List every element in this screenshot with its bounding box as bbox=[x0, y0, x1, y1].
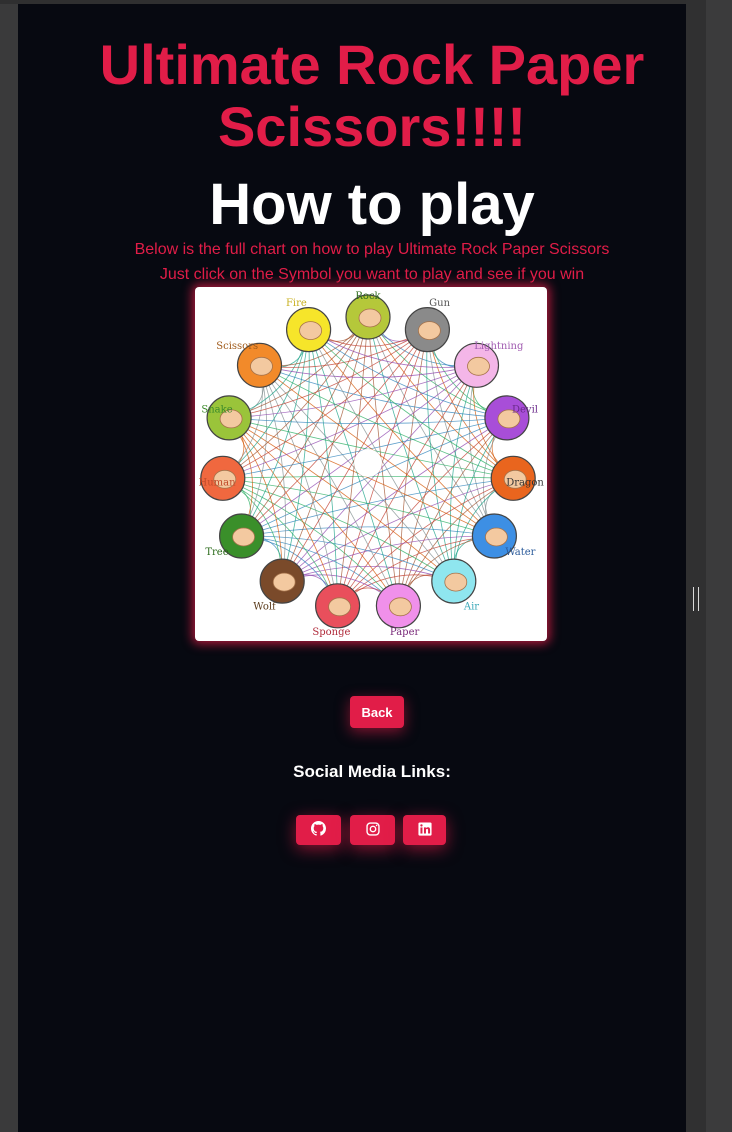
chart-node-label: Fire bbox=[286, 298, 307, 309]
back-button[interactable]: Back bbox=[350, 696, 404, 728]
chart-node-label: Tree bbox=[205, 547, 228, 558]
hand-icon bbox=[467, 356, 490, 376]
instruction-line-1: Below is the full chart on how to play U… bbox=[134, 241, 610, 258]
chart-node-label: Lightning bbox=[474, 341, 524, 352]
chart-node-label: Human bbox=[198, 477, 236, 488]
chart-node-snake: Snake bbox=[201, 395, 252, 441]
social-links-heading: Social Media Links: bbox=[293, 762, 451, 781]
github-link-button[interactable] bbox=[296, 815, 341, 845]
chart-node-sponge: Sponge bbox=[312, 583, 361, 638]
linkedin-icon bbox=[417, 821, 432, 839]
chart-node-label: Paper bbox=[390, 627, 420, 638]
rules-chart-image: Rock Gun Lightning Devil Dragon Water Air Paper… bbox=[195, 287, 547, 641]
side-gutter bbox=[686, 0, 706, 1132]
hand-icon bbox=[444, 572, 468, 592]
instagram-link-button[interactable] bbox=[350, 815, 395, 845]
linkedin-link-button[interactable] bbox=[403, 815, 446, 845]
hand-icon bbox=[272, 572, 296, 592]
hand-icon bbox=[417, 321, 441, 340]
chart-node-paper: Paper bbox=[375, 583, 421, 638]
chart-node-water: Water bbox=[471, 513, 536, 559]
chart-node-label: Sponge bbox=[312, 627, 350, 638]
github-icon bbox=[311, 821, 326, 839]
chart-node-scissors: Scissors bbox=[216, 341, 283, 388]
instagram-icon bbox=[365, 821, 380, 839]
chart-node-rock: Rock bbox=[345, 291, 391, 340]
chart-node-label: Water bbox=[505, 547, 535, 558]
hand-icon bbox=[250, 356, 273, 376]
chart-node-label: Air bbox=[463, 601, 479, 612]
chart-node-label: Rock bbox=[355, 291, 381, 302]
page-title: Ultimate Rock Paper Scissors!!!! bbox=[99, 33, 645, 158]
chart-node-air: Air bbox=[431, 558, 479, 612]
hand-icon bbox=[232, 527, 255, 547]
hand-icon bbox=[388, 597, 412, 617]
chart-node-label: Scissors bbox=[216, 341, 258, 352]
chart-node-tree: Tree bbox=[205, 513, 265, 559]
chart-node-wolf: Wolf bbox=[253, 558, 305, 612]
outer-panel bbox=[706, 0, 732, 1132]
rules-chart-graphic: Rock Gun Lightning Devil Dragon Water Air Paper… bbox=[198, 291, 544, 638]
chart-node-devil: Devil bbox=[484, 395, 538, 441]
chart-node-label: Devil bbox=[512, 405, 538, 416]
chart-node-gun: Gun bbox=[404, 298, 451, 353]
hand-icon bbox=[358, 308, 382, 328]
hand-icon bbox=[299, 321, 322, 340]
chart-node-label: Snake bbox=[201, 405, 232, 416]
resize-handle[interactable] bbox=[693, 587, 699, 611]
instruction-line-2: Just click on the Symbol you want to pla… bbox=[159, 266, 585, 283]
chart-node-lightning: Lightning bbox=[453, 341, 524, 388]
chart-node-human: Human bbox=[198, 455, 246, 501]
chart-node-label: Dragon bbox=[506, 477, 544, 488]
section-heading: How to play bbox=[209, 172, 535, 237]
hand-icon bbox=[484, 527, 508, 547]
chart-node-label: Wolf bbox=[253, 601, 277, 612]
chart-node-dragon: Dragon bbox=[490, 455, 544, 501]
chart-node-label: Gun bbox=[429, 298, 450, 309]
chart-center-hub bbox=[354, 449, 382, 477]
hand-icon bbox=[328, 597, 352, 617]
chart-node-fire: Fire bbox=[286, 298, 332, 353]
